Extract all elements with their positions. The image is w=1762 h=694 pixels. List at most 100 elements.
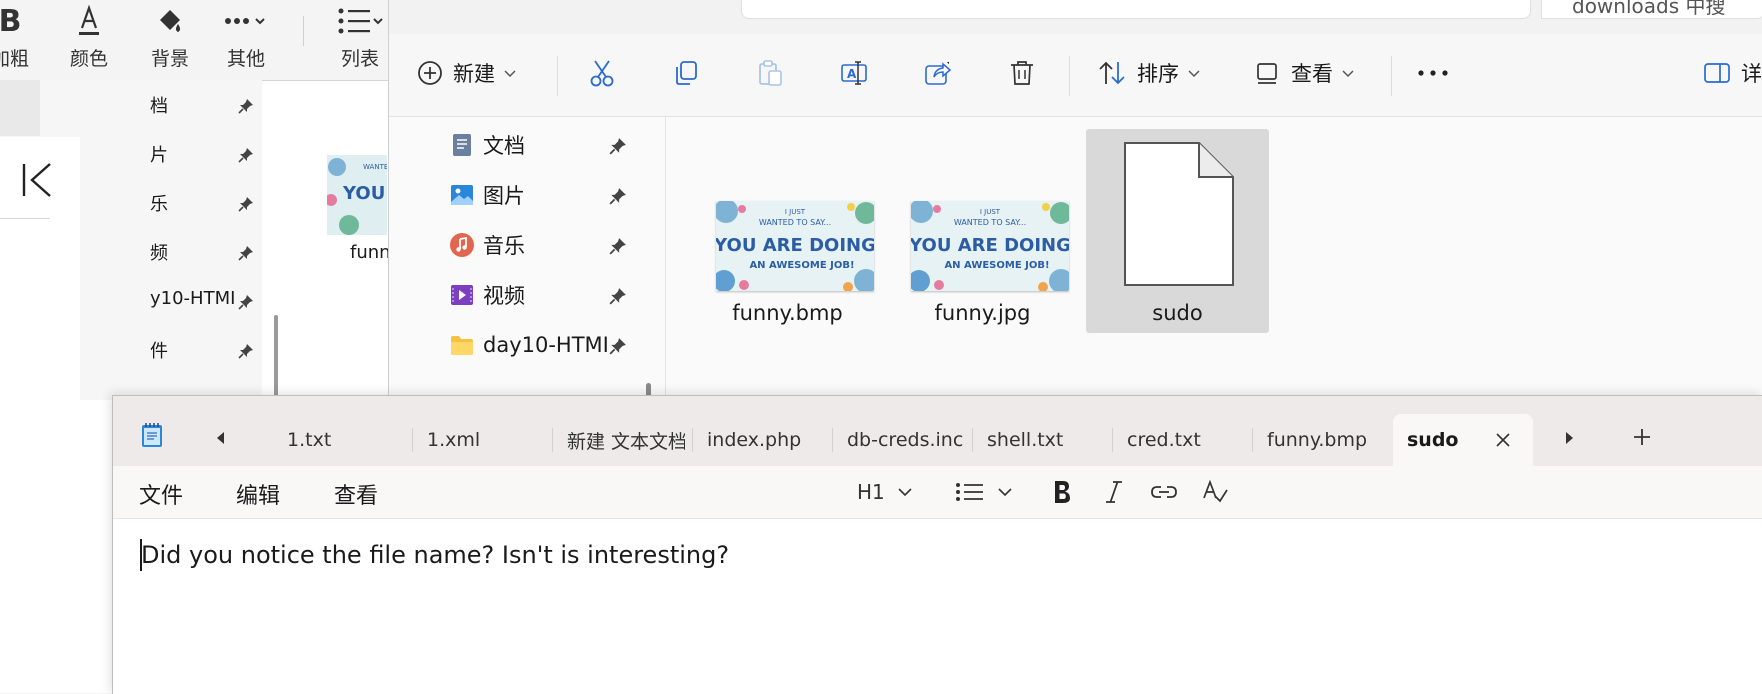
bg-file-thumbnail[interactable]: WANTED YOU AR <box>327 155 387 235</box>
plus-icon <box>1634 429 1650 445</box>
menu-file[interactable]: 文件 <box>139 478 183 510</box>
share-icon <box>925 62 952 85</box>
menu-view[interactable]: 查看 <box>334 478 378 510</box>
file-item-funny-bmp[interactable]: I JUST WANTED TO SAY... YOU ARE DOING AN… <box>696 129 879 333</box>
bg-nav-item[interactable]: 频 <box>150 239 262 269</box>
bg-nav-label: 乐 <box>150 194 168 215</box>
pin-icon[interactable] <box>609 237 627 255</box>
videos-icon <box>451 285 473 305</box>
sort-button[interactable]: 排序 <box>1097 52 1201 94</box>
bold-format-button[interactable] <box>1051 476 1073 508</box>
bg-side-panel <box>0 137 80 693</box>
scroll-tabs-left-button[interactable] <box>213 430 229 446</box>
heading-select[interactable]: H1 <box>857 476 913 508</box>
search-box[interactable]: downloads 中搜 <box>1541 0 1762 19</box>
clear-format-button[interactable] <box>1201 476 1229 508</box>
tab-new-text-document[interactable]: 新建 文本文档 <box>553 414 693 466</box>
bg-nav-label: 片 <box>150 145 168 166</box>
bg-nav-label: y10-HTMI <box>150 288 236 309</box>
share-button[interactable] <box>923 52 953 94</box>
heading-select-value: H1 <box>857 480 885 504</box>
document-text: Did you notice the file name? Isn't is i… <box>141 541 730 569</box>
rename-icon: A <box>841 61 867 85</box>
font-color-button[interactable]: 颜色 <box>59 2 119 76</box>
bg-nav-item[interactable]: y10-HTMI <box>150 288 262 318</box>
list-format-button[interactable] <box>955 476 1013 508</box>
bg-nav-scrollbar[interactable] <box>274 315 278 400</box>
file-item-sudo[interactable]: sudo <box>1086 129 1269 333</box>
nav-item-folder[interactable]: day10-HTMI <box>449 325 633 365</box>
nav-item-documents[interactable]: 文档 <box>449 125 633 165</box>
pin-icon[interactable] <box>609 187 627 205</box>
notepad-text-area[interactable]: Did you notice the file name? Isn't is i… <box>113 519 1762 694</box>
tab-funny-bmp[interactable]: funny.bmp <box>1253 414 1393 466</box>
explorer-address-row: downloads 中搜 <box>389 0 1762 34</box>
highlight-icon <box>140 2 200 40</box>
file-item-funny-jpg[interactable]: I JUST WANTED TO SAY... YOU ARE DOING AN… <box>891 129 1074 333</box>
details-pane-button[interactable]: 详 <box>1703 52 1762 94</box>
more-button[interactable]: 其他 <box>216 2 276 76</box>
pin-icon[interactable] <box>609 337 627 355</box>
add-circle-icon <box>418 61 442 85</box>
more-horizontal-icon <box>1418 70 1448 76</box>
bg-nav-item[interactable]: 档 <box>150 92 262 122</box>
new-button[interactable]: 新建 <box>417 52 517 94</box>
documents-icon <box>453 134 471 156</box>
close-tab-button[interactable] <box>1493 430 1513 450</box>
view-button[interactable]: 查看 <box>1255 52 1355 94</box>
explorer-command-bar: 新建 A 排序 查看 详 <box>389 34 1762 117</box>
explorer-nav-pane: 文档 图片 音乐 视频 day10-HTMI <box>389 117 633 400</box>
copy-button[interactable] <box>671 52 701 94</box>
pin-icon <box>238 98 254 114</box>
tab-label: sudo <box>1407 429 1459 451</box>
delete-button[interactable] <box>1007 52 1037 94</box>
tab-cred-txt[interactable]: cred.txt <box>1113 414 1253 466</box>
highlight-button[interactable]: 背景 <box>140 2 200 76</box>
tab-index-php[interactable]: index.php <box>693 414 833 466</box>
list-button[interactable]: 列表 <box>330 2 390 76</box>
cut-button[interactable] <box>587 52 617 94</box>
bg-nav-item[interactable]: 乐 <box>150 190 262 220</box>
tab-label: db-creds.inc <box>847 429 964 451</box>
tab-1-txt[interactable]: 1.txt <box>273 414 413 466</box>
bg-nav-item[interactable]: 件 <box>150 337 262 367</box>
tab-shell-txt[interactable]: shell.txt <box>973 414 1113 466</box>
paste-button[interactable] <box>755 52 785 94</box>
see-more-button[interactable] <box>1417 52 1449 94</box>
chevron-down-icon <box>898 488 912 497</box>
collapse-panel-button[interactable] <box>18 160 58 200</box>
italic-format-button[interactable] <box>1103 476 1125 508</box>
bullet-list-icon <box>956 483 983 501</box>
tab-1-xml[interactable]: 1.xml <box>413 414 553 466</box>
sort-icon <box>1099 61 1125 85</box>
pin-icon[interactable] <box>609 287 627 305</box>
paste-icon <box>759 60 782 86</box>
image-thumbnail: I JUST WANTED TO SAY... YOU ARE DOING AN… <box>716 201 874 291</box>
nav-item-music[interactable]: 音乐 <box>449 225 633 265</box>
nav-item-videos[interactable]: 视频 <box>449 275 633 315</box>
bg-nav-item[interactable]: 片 <box>150 141 262 171</box>
details-pane-icon <box>1704 63 1730 83</box>
thumb-line-2: WANTED TO SAY... <box>759 218 831 227</box>
bold-button[interactable]: B 加粗 <box>0 2 40 76</box>
address-bar[interactable] <box>741 0 1531 19</box>
folder-icon <box>451 336 473 355</box>
file-name: sudo <box>1152 301 1203 325</box>
more-label: 其他 <box>226 48 265 70</box>
notepad-window: 1.txt 1.xml 新建 文本文档 index.php db-creds.i… <box>112 395 1762 694</box>
font-color-label: 颜色 <box>69 48 108 70</box>
svg-text:A: A <box>847 67 857 81</box>
pin-icon <box>238 343 254 359</box>
nav-item-pictures[interactable]: 图片 <box>449 175 633 215</box>
pin-icon[interactable] <box>609 137 627 155</box>
thumb-line-1: I JUST <box>785 208 806 216</box>
rename-button[interactable]: A <box>839 52 869 94</box>
menu-edit[interactable]: 编辑 <box>236 478 280 510</box>
clear-formatting-icon <box>1203 479 1228 503</box>
link-format-button[interactable] <box>1149 476 1179 508</box>
new-tab-button[interactable] <box>1631 426 1653 448</box>
scroll-tabs-right-button[interactable] <box>1561 430 1577 446</box>
tab-db-creds-inc[interactable]: db-creds.inc <box>833 414 973 466</box>
divider <box>0 218 50 219</box>
tab-sudo[interactable]: sudo <box>1393 414 1533 466</box>
